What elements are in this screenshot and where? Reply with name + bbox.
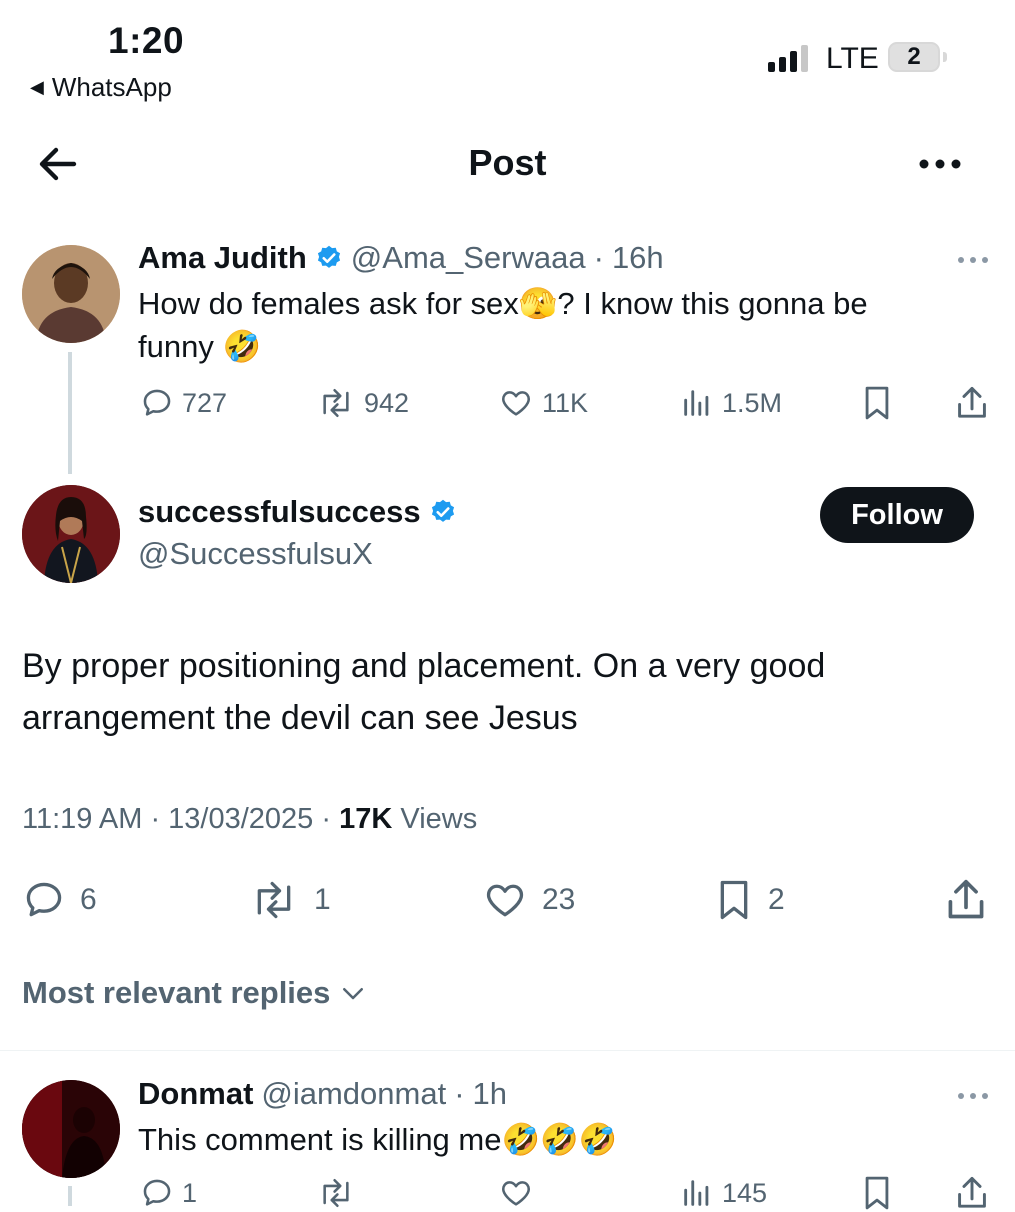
- verified-badge-icon: [429, 498, 457, 526]
- reply-button[interactable]: 727: [140, 386, 227, 420]
- heart-icon: [498, 1176, 534, 1210]
- bookmark-button[interactable]: [860, 1174, 894, 1212]
- like-button[interactable]: 23: [482, 878, 575, 922]
- reply-count: 1: [182, 1177, 198, 1208]
- post-age: 16h: [611, 240, 664, 275]
- like-count: 11K: [542, 387, 589, 418]
- repost-count: 1: [314, 883, 331, 916]
- repost-count: 942: [364, 387, 410, 418]
- back-triangle-icon: ◀: [30, 77, 44, 97]
- reply-button[interactable]: 6: [22, 878, 97, 922]
- views-chart-icon: [680, 1176, 714, 1210]
- post-more-icon[interactable]: [955, 1086, 991, 1106]
- views-count: 1.5M: [722, 387, 783, 418]
- repost-button[interactable]: 1: [248, 878, 331, 922]
- share-button[interactable]: [954, 384, 990, 422]
- more-options-icon[interactable]: [916, 146, 964, 182]
- reply-header: Donmat @iamdonmat · 1h: [138, 1076, 507, 1112]
- repost-button[interactable]: [316, 1176, 356, 1210]
- reply-icon: [140, 1176, 174, 1210]
- views-count[interactable]: 17K: [339, 803, 392, 835]
- avatar[interactable]: [22, 245, 120, 343]
- main-post-text: By proper positioning and placement. On …: [22, 647, 826, 737]
- parent-post-text-line2: funny 🤣: [138, 329, 262, 364]
- back-app-label: WhatsApp: [51, 72, 172, 102]
- separator-dot: ·: [321, 803, 340, 835]
- views-count: 145: [722, 1177, 768, 1208]
- share-icon: [944, 876, 988, 924]
- avatar[interactable]: [22, 485, 120, 583]
- views-chart-icon: [680, 386, 714, 420]
- status-time: 1:20: [108, 20, 185, 61]
- separator-dot: ·: [454, 1076, 465, 1111]
- signal-icon: [768, 42, 808, 72]
- like-count: 23: [542, 883, 576, 916]
- author-handle[interactable]: @iamdonmat: [261, 1076, 446, 1112]
- separator-dot: ·: [593, 240, 604, 275]
- author-handle[interactable]: @SuccessfulsuX: [138, 536, 373, 572]
- author-name[interactable]: Ama Judith: [138, 240, 307, 276]
- parent-post-text-line1: How do females ask for sex🫣? I know this…: [138, 286, 868, 321]
- post-meta: 11:19 AM · 13/03/2025 · 17K Views: [22, 803, 477, 836]
- network-label: LTE: [826, 42, 879, 75]
- chevron-down-icon: [338, 978, 368, 1008]
- reply-text: This comment is killing me🤣🤣🤣: [138, 1122, 618, 1157]
- parent-post-header: Ama Judith @Ama_Serwaaa · 16h: [138, 240, 664, 276]
- reply-icon: [22, 878, 66, 922]
- share-icon: [954, 1174, 990, 1212]
- divider: [0, 1050, 1015, 1051]
- bookmark-button[interactable]: [860, 384, 894, 422]
- separator-dot: ·: [150, 803, 169, 835]
- battery-level: 2: [907, 43, 921, 70]
- page-title: Post: [468, 142, 547, 183]
- repost-icon: [316, 386, 356, 420]
- reply-button[interactable]: 1: [140, 1176, 197, 1210]
- avatar[interactable]: [22, 1080, 120, 1178]
- bookmark-count: 2: [768, 883, 785, 916]
- post-time: 11:19 AM: [22, 803, 143, 835]
- battery-icon: 2: [888, 42, 940, 72]
- replies-sort-dropdown[interactable]: Most relevant replies: [22, 975, 368, 1011]
- heart-icon: [498, 386, 534, 420]
- main-post-header: successfulsuccess: [138, 494, 457, 530]
- reply-count: 727: [182, 387, 228, 418]
- repost-button[interactable]: 942: [316, 386, 409, 420]
- share-button[interactable]: [944, 876, 988, 924]
- share-button[interactable]: [954, 1174, 990, 1212]
- post-date: 13/03/2025: [168, 803, 314, 835]
- views-button[interactable]: 145: [680, 1176, 767, 1210]
- author-handle[interactable]: @Ama_Serwaaa: [351, 240, 586, 276]
- reply-icon: [140, 386, 174, 420]
- verified-badge-icon: [315, 244, 343, 272]
- parent-post-text: How do females ask for sex🫣? I know this…: [138, 282, 978, 368]
- bookmark-icon: [860, 384, 894, 422]
- back-to-app-link[interactable]: ◀ WhatsApp: [30, 72, 172, 103]
- repost-icon: [316, 1176, 356, 1210]
- follow-button[interactable]: Follow: [820, 487, 974, 543]
- bookmark-icon: [860, 1174, 894, 1212]
- bookmark-icon: [714, 876, 754, 924]
- thread-line: [68, 1186, 72, 1206]
- heart-icon: [482, 878, 528, 922]
- share-icon: [954, 384, 990, 422]
- views-label: Views: [400, 803, 478, 835]
- like-button[interactable]: [498, 1176, 534, 1210]
- views-button[interactable]: 1.5M: [680, 386, 782, 420]
- post-more-icon[interactable]: [955, 250, 991, 270]
- author-name[interactable]: Donmat: [138, 1076, 253, 1112]
- bookmark-button[interactable]: 2: [714, 876, 785, 924]
- repost-icon: [248, 878, 300, 922]
- like-button[interactable]: 11K: [498, 386, 588, 420]
- author-name[interactable]: successfulsuccess: [138, 494, 421, 530]
- battery-tip: [943, 52, 947, 62]
- thread-line: [68, 352, 72, 474]
- replies-sort-label: Most relevant replies: [22, 975, 331, 1010]
- reply-count: 6: [80, 883, 97, 916]
- post-age: 1h: [472, 1076, 508, 1111]
